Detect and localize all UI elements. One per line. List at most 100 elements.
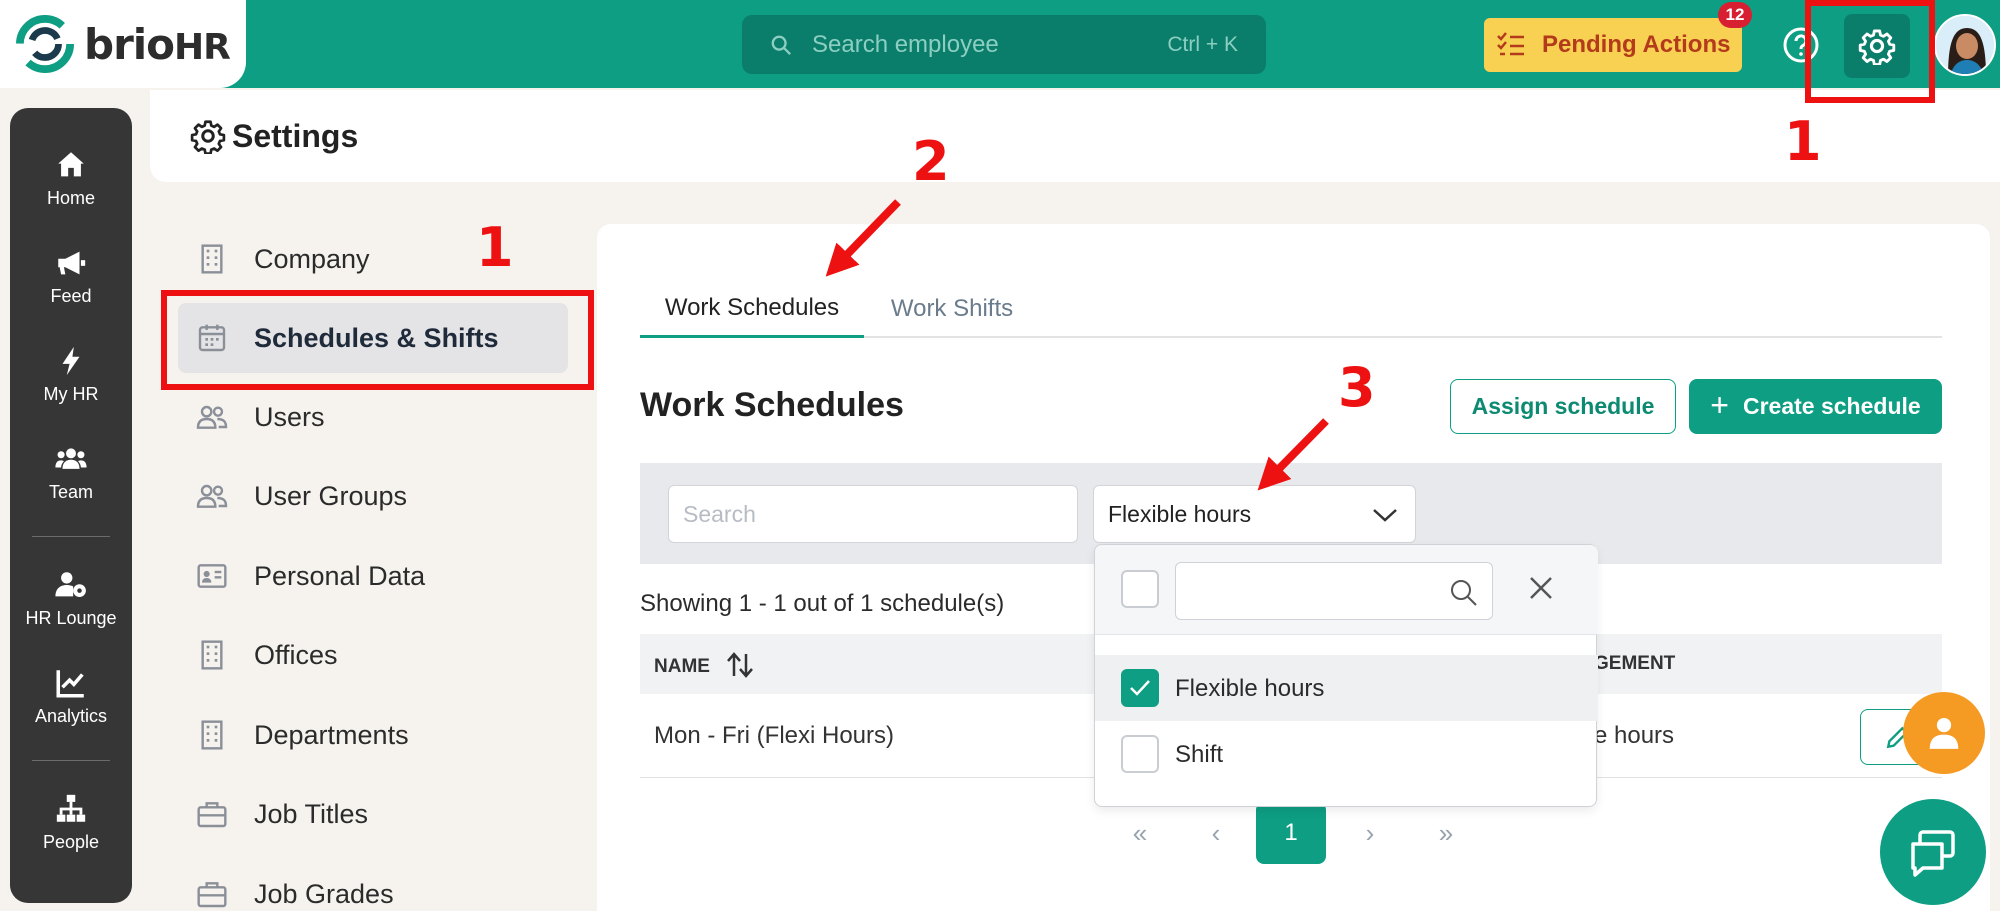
create-schedule-label: Create schedule [1742, 393, 1921, 419]
last-page-icon[interactable]: » [1416, 802, 1476, 864]
tab-work-shifts[interactable]: Work Shifts [864, 280, 1040, 338]
results-count: Showing 1 - 1 out of 1 schedule(s) [640, 590, 1005, 617]
first-page-icon[interactable]: « [1110, 802, 1170, 864]
option-checkbox[interactable] [1121, 735, 1159, 773]
nav-feed-label: Feed [50, 286, 92, 306]
settings-header: Settings [150, 90, 2000, 182]
building-icon [201, 244, 223, 274]
dropdown-option-shift[interactable]: Shift [1095, 721, 1598, 787]
annotation-number-3: 3 [1338, 356, 1376, 419]
dropdown-header [1095, 545, 1598, 635]
gear-icon [190, 120, 226, 154]
dropdown-search-input[interactable] [1175, 562, 1493, 620]
dropdown-option-flexible-hours[interactable]: Flexible hours [1095, 655, 1598, 721]
nav-home[interactable]: Home [10, 148, 132, 209]
nav-people-label: People [42, 832, 100, 852]
nav-feed[interactable]: Feed [10, 246, 132, 307]
building-icon [201, 640, 223, 670]
checkmark-icon [1130, 680, 1150, 696]
settings-menu-user-groups[interactable]: User Groups [178, 461, 568, 531]
team-icon [55, 448, 87, 469]
settings-menu-personal-data[interactable]: Personal Data [178, 541, 568, 611]
settings-menu-offices[interactable]: Offices [178, 620, 568, 690]
settings-menu-label: Job Titles [254, 798, 369, 829]
avatar-image [1936, 16, 1994, 74]
option-checkbox[interactable] [1121, 669, 1159, 707]
user-icon [1929, 717, 1959, 749]
page-current[interactable]: 1 [1256, 802, 1326, 864]
brio-logo-icon [16, 15, 74, 73]
settings-menu-users[interactable]: Users [178, 382, 568, 452]
nav-analytics-label: Analytics [34, 706, 108, 726]
annotation-number-1: 1 [1784, 110, 1822, 173]
option-label: Shift [1175, 741, 1224, 768]
user-gear-icon [55, 572, 86, 598]
nav-people[interactable]: People [10, 792, 132, 853]
settings-menu-departments[interactable]: Departments [178, 700, 568, 770]
top-bar: brioHR Search employee Ctrl + K Pending … [0, 0, 2000, 88]
close-icon[interactable] [1525, 572, 1557, 604]
employee-search[interactable]: Search employee Ctrl + K [742, 15, 1266, 74]
briefcase-icon [197, 882, 227, 908]
chat-icon [1911, 830, 1955, 877]
brand-logo[interactable]: brioHR [0, 0, 246, 88]
settings-menu-job-titles[interactable]: Job Titles [178, 779, 568, 849]
schedule-management: e hours [1594, 722, 1675, 749]
annotation-box-schedules [161, 290, 594, 390]
pending-actions-button[interactable]: Pending Actions [1484, 18, 1742, 72]
nav-home-label: Home [46, 188, 95, 208]
annotation-number-1: 1 [476, 216, 514, 279]
assign-schedule-button[interactable]: Assign schedule [1450, 379, 1676, 434]
column-management: GEMENT [1594, 653, 1676, 674]
schedule-type-value: Flexible hours [1108, 500, 1252, 527]
id-card-icon [197, 564, 227, 588]
tab-work-schedules[interactable]: Work Schedules [640, 280, 864, 338]
prev-page-icon[interactable]: ‹ [1186, 802, 1246, 864]
create-schedule-button[interactable]: + Create schedule [1689, 379, 1942, 434]
user-assist-button[interactable] [1903, 692, 1985, 774]
building-icon [201, 720, 223, 750]
settings-menu-label: Company [254, 243, 370, 274]
schedule-name: Mon - Fri (Flexi Hours) [654, 722, 895, 749]
settings-menu-label: Job Grades [254, 878, 394, 909]
bolt-icon [62, 346, 80, 376]
employee-search-placeholder: Search employee [812, 30, 999, 58]
nav-hr-lounge-label: HR Lounge [25, 608, 117, 628]
settings-menu-label: Departments [254, 719, 409, 750]
pending-count-badge: 12 [1718, 2, 1752, 28]
sort-icon [727, 652, 753, 678]
settings-menu-job-grades[interactable]: Job Grades [178, 859, 568, 911]
logo-text: brioHR [84, 19, 231, 69]
checklist-icon [1497, 32, 1524, 56]
settings-menu-label: User Groups [254, 480, 408, 511]
schedule-type-select[interactable]: Flexible hours [1093, 485, 1416, 543]
chart-icon [56, 670, 84, 698]
page-title: Settings [232, 117, 359, 154]
next-page-icon[interactable]: › [1340, 802, 1400, 864]
user-avatar[interactable] [1934, 14, 1996, 76]
search-shortcut: Ctrl + K [1167, 32, 1238, 56]
schedule-search-input[interactable]: Search [668, 485, 1078, 543]
nav-my-hr[interactable]: My HR [10, 344, 132, 405]
section-title: Work Schedules [640, 386, 904, 424]
annotation-number-2: 2 [912, 130, 950, 193]
search-icon [771, 35, 791, 55]
settings-menu-label: Users [254, 401, 325, 432]
option-label: Flexible hours [1175, 675, 1325, 702]
nav-team-label: Team [48, 482, 93, 502]
pending-actions-label: Pending Actions [1542, 31, 1731, 58]
nav-divider [32, 760, 110, 761]
chevron-down-icon [1373, 509, 1397, 522]
nav-team[interactable]: Team [10, 442, 132, 503]
chat-button[interactable] [1880, 799, 1986, 905]
select-all-checkbox[interactable] [1121, 570, 1159, 608]
annotation-box-settings [1805, 0, 1935, 103]
settings-menu-label: Offices [254, 639, 338, 670]
nav-divider [32, 536, 110, 537]
nav-analytics[interactable]: Analytics [10, 666, 132, 727]
column-name[interactable]: NAME [654, 652, 756, 681]
schedule-type-dropdown: Flexible hours Shift [1094, 544, 1598, 807]
schedule-tabs: Work Schedules Work Shifts [640, 280, 1942, 338]
column-name-label: NAME [654, 656, 710, 677]
nav-hr-lounge[interactable]: HR Lounge [10, 568, 132, 629]
